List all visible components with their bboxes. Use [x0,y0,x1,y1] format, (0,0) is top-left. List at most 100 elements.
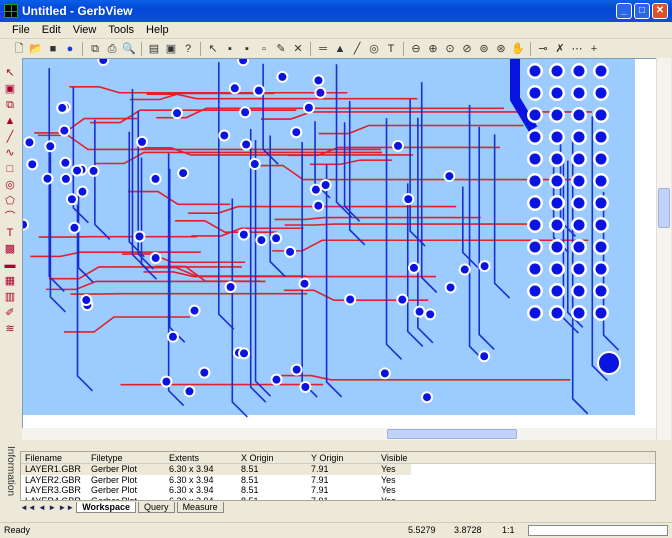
copy-objects-icon[interactable]: ▪ [240,42,254,56]
zoom-out-icon[interactable]: ⊖ [409,42,423,56]
pad [70,224,78,232]
tab-query[interactable]: Query [138,502,175,513]
circle-icon[interactable]: ◎ [3,178,17,192]
copy-icon[interactable]: ⧉ [88,42,102,56]
new-icon[interactable]: 🗋 [12,42,26,56]
pad [135,232,143,240]
info-icon[interactable]: ● [63,42,77,56]
pan-icon[interactable]: ✋ [511,42,525,56]
connect-icon[interactable]: ✗ [553,42,567,56]
toolbar-separator [403,42,404,56]
layers-stack-icon[interactable]: ≋ [3,322,17,336]
open-icon[interactable]: 📂 [29,42,43,56]
pcb-canvas[interactable] [22,58,660,430]
view-icon[interactable]: ▣ [164,42,178,56]
menu-bar: File Edit View Tools Help [0,22,672,39]
pcb-view[interactable] [23,59,659,429]
table-cell: 6.30 x 3.94 [165,475,237,486]
pad [152,254,160,262]
pad [552,132,563,143]
tab-nav-icon[interactable]: ◄◄ ◄ ► ►► [20,503,74,512]
edit-icon[interactable]: ✎ [274,42,288,56]
menu-help[interactable]: Help [146,24,169,36]
select-icon[interactable]: ↖ [3,66,17,80]
menu-edit[interactable]: Edit [42,24,61,36]
zoom-prev-icon[interactable]: ⊘ [460,42,474,56]
copy-icon[interactable]: ⧉ [3,98,17,112]
pad-icon[interactable]: ▣ [3,82,17,96]
pad [255,87,263,95]
pad [301,383,309,391]
curve-icon[interactable]: ⌒ [3,210,17,224]
pad [530,220,541,231]
arc-icon[interactable]: ∿ [3,146,17,160]
net-icon[interactable]: ⊸ [536,42,550,56]
grid-icon[interactable]: ⋯ [570,42,584,56]
menu-view[interactable]: View [73,24,97,36]
pad [305,104,313,112]
menu-tools[interactable]: Tools [108,24,134,36]
table-header: FilenameFiletypeExtentsX OriginY OriginV… [21,452,655,464]
line-icon[interactable]: ╱ [3,130,17,144]
column-header[interactable]: X Origin [237,452,307,463]
column-header[interactable]: Filetype [87,452,165,463]
tab-measure[interactable]: Measure [177,502,224,513]
pad [596,264,607,275]
table-cell: 7.91 [307,464,377,475]
pad [241,108,249,116]
select-icon[interactable]: ↖ [206,42,220,56]
polygon-icon[interactable]: ⬠ [3,194,17,208]
measure-icon[interactable]: ═ [316,42,330,56]
pad [596,176,607,187]
minimize-button[interactable]: _ [616,3,632,19]
text-icon[interactable]: T [384,42,398,56]
help-icon[interactable]: ? [181,42,195,56]
close-button[interactable]: ✕ [652,3,668,19]
text-icon[interactable]: T [3,226,17,240]
maximize-button[interactable]: □ [634,3,650,19]
pad [574,308,585,319]
table-cell: 7.91 [307,485,377,496]
table-row[interactable]: LAYER2.GBRGerber Plot6.30 x 3.948.517.91… [21,475,655,486]
zoom-fit-icon[interactable]: ⊛ [494,42,508,56]
print-icon[interactable]: ⎙ [105,42,119,56]
layers-icon[interactable]: ▤ [147,42,161,56]
column-header[interactable]: Filename [21,452,87,463]
zoom-window-icon[interactable]: ⊙ [443,42,457,56]
save-icon[interactable]: ■ [46,42,60,56]
table-cell: 7.91 [307,475,377,486]
image-icon[interactable]: ▩ [3,242,17,256]
circle-icon[interactable]: ◎ [367,42,381,56]
delete-icon[interactable]: ✕ [291,42,305,56]
zoom-all-icon[interactable]: ⊚ [477,42,491,56]
horizontal-scrollbar[interactable] [22,428,656,440]
vertical-scrollbar[interactable] [656,58,671,440]
brush-icon[interactable]: ✐ [3,306,17,320]
snap-icon[interactable]: + [587,42,601,56]
zoom-in-icon[interactable]: ⊕ [426,42,440,56]
fill-icon[interactable]: ▥ [3,290,17,304]
column-header[interactable]: Extents [165,452,237,463]
pad [169,333,177,341]
menu-file[interactable]: File [12,24,30,36]
column-header[interactable]: Visible [377,452,411,463]
tab-workspace[interactable]: Workspace [76,502,136,513]
layer-icon[interactable]: ▲ [3,114,17,128]
group-icon[interactable]: ▫ [257,42,271,56]
pad [596,154,607,165]
color-icon[interactable]: ▬ [3,258,17,272]
table-row[interactable]: LAYER3.GBRGerber Plot6.30 x 3.948.517.91… [21,485,655,496]
table-row[interactable]: LAYER1.GBRGerber Plot6.30 x 3.948.517.91… [21,464,411,475]
pad [574,66,585,77]
move-icon[interactable]: ▪ [223,42,237,56]
rect-icon[interactable]: □ [3,162,17,176]
pad [552,264,563,275]
pad [227,283,235,291]
pattern-icon[interactable]: ▦ [3,274,17,288]
column-header[interactable]: Y Origin [307,452,377,463]
pad [46,142,54,150]
line-icon[interactable]: ╱ [350,42,364,56]
pad [398,296,406,304]
print-preview-icon[interactable]: 🔍 [122,42,136,56]
layer-icon[interactable]: ▲ [333,42,347,56]
